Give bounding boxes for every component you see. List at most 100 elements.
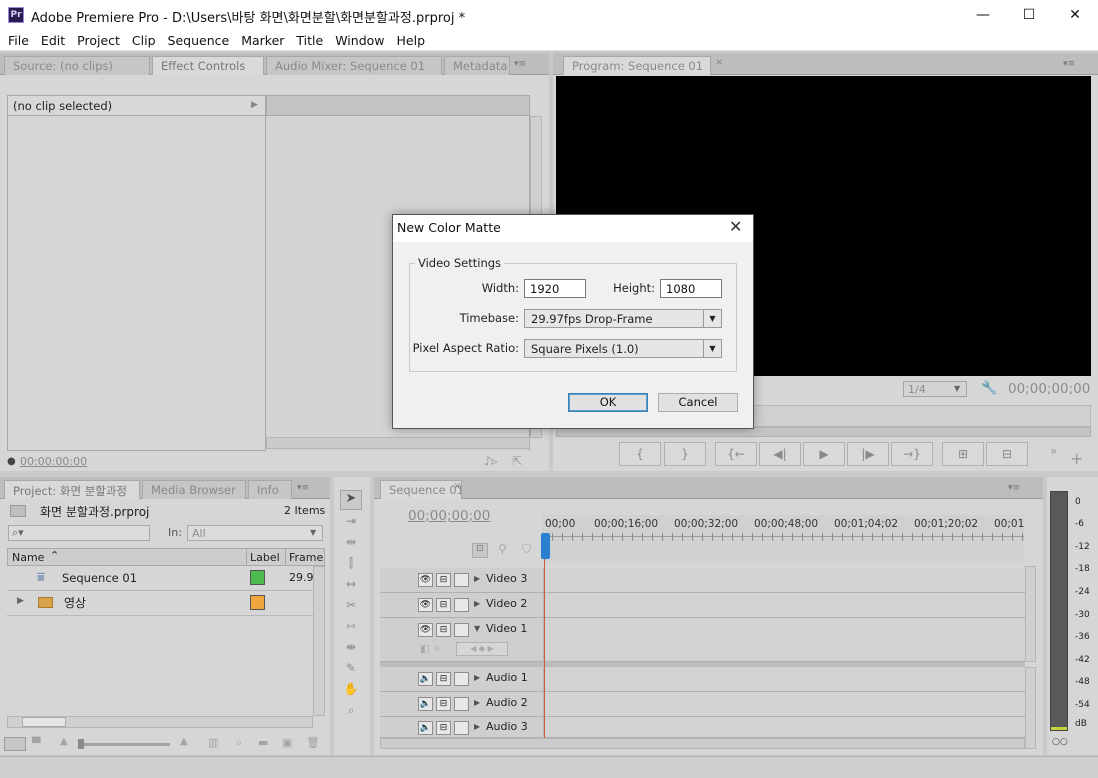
sync-lock-icon[interactable]: ⊟ bbox=[436, 573, 451, 587]
project-panel-menu-icon[interactable]: ▾≡ bbox=[297, 483, 309, 493]
close-tab-icon[interactable]: × bbox=[453, 481, 461, 492]
marker-icon[interactable]: ⛉ bbox=[522, 542, 531, 557]
tab-project[interactable]: Project: 화면 분할과정 bbox=[4, 480, 140, 499]
step-back-button[interactable]: ◀| bbox=[759, 442, 801, 466]
tab-source[interactable]: Source: (no clips) bbox=[4, 56, 150, 75]
icon-view-icon[interactable]: ▀ bbox=[32, 737, 40, 750]
play-button[interactable]: ▶ bbox=[803, 442, 845, 466]
audio-tracks-scrollbar[interactable] bbox=[1025, 667, 1036, 749]
slide-tool-icon[interactable]: ⇼ bbox=[340, 640, 362, 658]
mark-out-button[interactable]: } bbox=[664, 442, 706, 466]
set-marker-icon[interactable]: ⚲ bbox=[498, 542, 507, 556]
rate-stretch-tool-icon[interactable]: ↔ bbox=[340, 577, 362, 595]
project-vertical-scrollbar[interactable] bbox=[313, 566, 325, 716]
list-item[interactable]: ▶ 영상 bbox=[7, 591, 313, 616]
timeline-ruler[interactable]: 00;00 00;00;16;00 00;00;32;00 00;00;48;0… bbox=[542, 515, 1024, 561]
timeline-panel-menu-icon[interactable]: ▾≡ bbox=[1008, 483, 1020, 493]
list-view-icon[interactable] bbox=[4, 737, 26, 751]
tab-media-browser[interactable]: Media Browser bbox=[142, 480, 246, 499]
new-item-icon[interactable]: ▣ bbox=[282, 736, 292, 749]
column-label[interactable]: Label bbox=[250, 551, 280, 564]
hand-tool-icon[interactable]: ✋ bbox=[340, 682, 362, 700]
slip-tool-icon[interactable]: ⇿ bbox=[340, 619, 362, 637]
sync-lock-icon[interactable]: ⊟ bbox=[436, 672, 451, 686]
zoom-in-icon[interactable]: ▲ bbox=[180, 736, 188, 747]
tab-info[interactable]: Info bbox=[248, 480, 292, 499]
project-horizontal-scrollbar[interactable] bbox=[7, 716, 313, 728]
sync-lock-icon[interactable]: ⊟ bbox=[436, 623, 451, 637]
pixel-aspect-ratio-select[interactable]: Square Pixels (1.0) ▼ bbox=[524, 339, 722, 358]
expand-track-icon[interactable]: ▶ bbox=[474, 574, 480, 583]
expand-track-icon[interactable]: ▶ bbox=[474, 599, 480, 608]
track-lock-icon[interactable] bbox=[454, 697, 469, 711]
expand-arrow-icon[interactable]: ▶ bbox=[251, 100, 258, 110]
close-tab-icon[interactable]: × bbox=[715, 57, 723, 68]
zoom-select[interactable]: 1/4 ▼ bbox=[903, 381, 967, 397]
sync-lock-icon[interactable]: ⊟ bbox=[436, 721, 451, 735]
track-select-tool-icon[interactable]: ⇥ bbox=[340, 514, 362, 532]
track-lock-icon[interactable] bbox=[454, 721, 469, 735]
video-tracks-scrollbar[interactable] bbox=[1025, 566, 1036, 662]
expand-track-icon[interactable]: ▶ bbox=[474, 673, 480, 682]
timebase-select[interactable]: 29.97fps Drop-Frame ▼ bbox=[524, 309, 722, 328]
solo-buttons[interactable]: ○○ bbox=[1052, 737, 1068, 747]
expand-triangle-icon[interactable]: ▶ bbox=[17, 596, 24, 606]
zoom-slider-handle[interactable] bbox=[78, 739, 84, 749]
add-button-icon[interactable]: + bbox=[1070, 449, 1083, 468]
height-input[interactable]: 1080 bbox=[660, 279, 722, 298]
scroll-thumb[interactable] bbox=[22, 717, 66, 727]
go-to-out-button[interactable]: →} bbox=[891, 442, 933, 466]
new-bin-icon[interactable]: ▬ bbox=[258, 736, 268, 749]
speaker-icon[interactable]: 🔈 bbox=[418, 672, 433, 686]
eye-icon[interactable]: 👁 bbox=[418, 573, 433, 587]
tab-metadata[interactable]: Metadata bbox=[444, 56, 510, 75]
collapse-track-icon[interactable]: ▼ bbox=[474, 624, 480, 633]
sync-lock-icon[interactable]: ⊟ bbox=[436, 598, 451, 612]
list-item[interactable]: ⩸ Sequence 01 29.9 bbox=[7, 566, 314, 591]
step-forward-button[interactable]: |▶ bbox=[847, 442, 889, 466]
automate-sequence-icon[interactable]: ▥ bbox=[208, 736, 218, 749]
eye-icon[interactable]: 👁 bbox=[418, 623, 433, 637]
sync-lock-icon[interactable]: ⊟ bbox=[436, 697, 451, 711]
video-track-3[interactable]: 👁 ⊟ ▶ Video 3 bbox=[380, 568, 1025, 593]
audio-toggle-icon[interactable]: ♪▹ bbox=[484, 454, 498, 468]
column-frame-rate[interactable]: Frame R bbox=[289, 551, 323, 564]
menu-title[interactable]: Title bbox=[290, 33, 329, 48]
tab-audio-mixer[interactable]: Audio Mixer: Sequence 01 bbox=[266, 56, 442, 75]
video-track-1[interactable]: 👁 ⊟ ▼ Video 1 ◧ ✧ ◀ ◆ ▶ bbox=[380, 618, 1025, 662]
sort-ascending-icon[interactable]: ⌃ bbox=[50, 549, 59, 562]
effect-timecode[interactable]: 00:00:00:00 bbox=[20, 455, 87, 468]
timeline-horizontal-scrollbar[interactable] bbox=[380, 738, 1025, 749]
program-panel-menu-icon[interactable]: ▾≡ bbox=[1063, 59, 1075, 69]
razor-tool-icon[interactable]: ✂ bbox=[340, 598, 362, 616]
audio-track-1[interactable]: 🔈 ⊟ ▶ Audio 1 bbox=[380, 667, 1025, 692]
tab-sequence-01[interactable]: Sequence 01 bbox=[380, 480, 462, 499]
find-icon[interactable]: ⌕ bbox=[236, 736, 242, 750]
expand-track-icon[interactable]: ▶ bbox=[474, 698, 480, 707]
timeline-timecode[interactable]: 00;00;00;00 bbox=[408, 508, 490, 524]
wrench-icon[interactable]: 🔧 bbox=[981, 381, 997, 396]
snap-icon[interactable]: ⊡ bbox=[472, 543, 488, 558]
dialog-close-icon[interactable]: ✕ bbox=[729, 217, 742, 236]
in-select[interactable]: All ▼ bbox=[187, 525, 323, 541]
audio-track-2[interactable]: 🔈 ⊟ ▶ Audio 2 bbox=[380, 692, 1025, 717]
ok-button[interactable]: OK bbox=[568, 393, 648, 412]
maximize-button[interactable]: ☐ bbox=[1006, 0, 1052, 30]
menu-clip[interactable]: Clip bbox=[126, 33, 162, 48]
selection-tool-icon[interactable]: ➤ bbox=[340, 490, 362, 510]
width-input[interactable]: 1920 bbox=[524, 279, 586, 298]
track-lock-icon[interactable] bbox=[454, 623, 469, 637]
keyframe-nav-icon[interactable]: ◀ ◆ ▶ bbox=[456, 642, 508, 656]
mark-in-button[interactable]: { bbox=[619, 442, 661, 466]
eye-icon[interactable]: 👁 bbox=[418, 598, 433, 612]
go-to-in-button[interactable]: {← bbox=[715, 442, 757, 466]
column-name[interactable]: Name bbox=[12, 551, 44, 564]
menu-edit[interactable]: Edit bbox=[35, 33, 71, 48]
track-lock-icon[interactable] bbox=[454, 573, 469, 587]
menu-help[interactable]: Help bbox=[391, 33, 432, 48]
extract-button[interactable]: ⊟ bbox=[986, 442, 1028, 466]
rolling-edit-tool-icon[interactable]: ⫿ bbox=[340, 556, 362, 574]
zoom-tool-icon[interactable]: ⌕ bbox=[340, 703, 362, 721]
menu-sequence[interactable]: Sequence bbox=[162, 33, 236, 48]
effect-horizontal-scrollbar[interactable] bbox=[266, 437, 530, 449]
